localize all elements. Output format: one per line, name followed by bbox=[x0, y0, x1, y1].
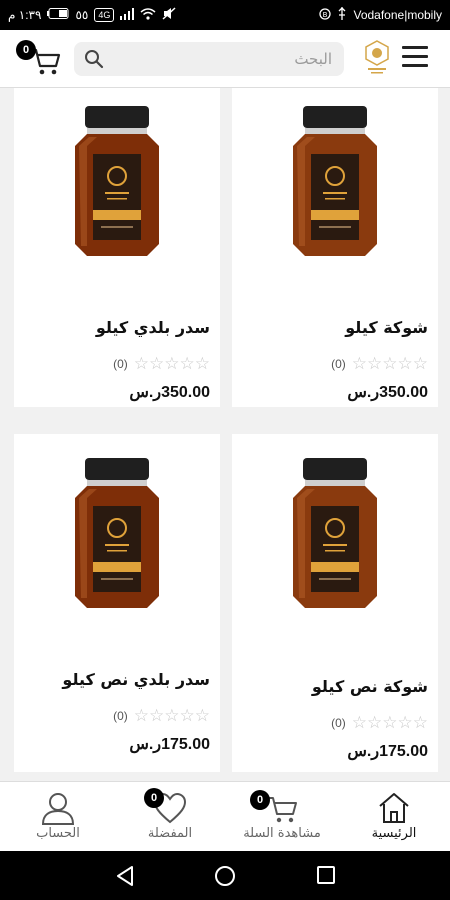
app-header: 0 bbox=[0, 30, 450, 88]
header-cart-badge: 0 bbox=[16, 40, 36, 60]
nav-home-label: الرئيسية bbox=[371, 826, 417, 841]
product-card[interactable]: شوكة نص كيلو ☆☆☆☆☆ (0) 175.00ر.س bbox=[232, 434, 438, 772]
status-bar: ١:٣٩ م ٥٥ 4G B Vodafone|mobily bbox=[0, 0, 450, 30]
store-logo[interactable] bbox=[364, 40, 390, 76]
rating-count: (0) bbox=[113, 357, 128, 371]
nav-favorites[interactable]: 0 المفضلة bbox=[114, 782, 226, 852]
home-icon bbox=[374, 790, 414, 826]
rating-count: (0) bbox=[113, 709, 128, 723]
rating-count: (0) bbox=[331, 357, 346, 371]
product-rating: ☆☆☆☆☆ (0) bbox=[331, 713, 428, 733]
wifi-icon bbox=[140, 7, 156, 23]
product-name[interactable]: سدر بلدي نص كيلو bbox=[62, 670, 210, 689]
rating-stars: ☆☆☆☆☆ bbox=[133, 354, 210, 374]
rating-count: (0) bbox=[331, 716, 346, 730]
home-circle-icon[interactable] bbox=[214, 865, 236, 891]
product-rating: ☆☆☆☆☆ (0) bbox=[331, 354, 428, 374]
product-grid: شوكة كيلو ☆☆☆☆☆ (0) 350.00ر.س سدر بلدي ك… bbox=[0, 88, 450, 781]
bottom-nav: الرئيسية 0 مشاهدة السلة 0 المفضلة الحساب bbox=[0, 781, 450, 851]
nav-account[interactable]: الحساب bbox=[2, 782, 114, 852]
svg-text:B: B bbox=[323, 11, 328, 19]
rating-stars: ☆☆☆☆☆ bbox=[133, 706, 210, 726]
product-price: 175.00ر.س bbox=[347, 743, 428, 760]
back-icon[interactable] bbox=[115, 865, 135, 891]
user-icon bbox=[38, 790, 78, 826]
product-price: 350.00ر.س bbox=[347, 384, 428, 401]
product-image[interactable] bbox=[14, 88, 220, 302]
menu-button[interactable] bbox=[402, 46, 428, 68]
product-name[interactable]: شوكة نص كيلو bbox=[312, 677, 428, 696]
system-nav-bar bbox=[0, 851, 450, 900]
nav-cart[interactable]: 0 مشاهدة السلة bbox=[226, 782, 338, 852]
product-rating: ☆☆☆☆☆ (0) bbox=[113, 354, 210, 374]
nav-cart-badge: 0 bbox=[250, 790, 270, 810]
product-image[interactable] bbox=[232, 434, 438, 654]
signal-icon bbox=[120, 7, 135, 23]
product-card[interactable]: سدر بلدي نص كيلو ☆☆☆☆☆ (0) 175.00ر.س bbox=[14, 434, 220, 772]
mute-icon bbox=[162, 7, 176, 23]
usb-icon bbox=[337, 7, 347, 23]
nav-home[interactable]: الرئيسية bbox=[338, 782, 450, 852]
rating-stars: ☆☆☆☆☆ bbox=[351, 713, 428, 733]
product-card[interactable]: شوكة كيلو ☆☆☆☆☆ (0) 350.00ر.س bbox=[232, 88, 438, 407]
battery-level: ٥٥ bbox=[75, 8, 89, 22]
rating-stars: ☆☆☆☆☆ bbox=[351, 354, 428, 374]
nav-cart-label: مشاهدة السلة bbox=[243, 826, 321, 841]
search-input[interactable] bbox=[114, 48, 332, 70]
product-image[interactable] bbox=[14, 434, 220, 654]
product-card[interactable]: سدر بلدي كيلو ☆☆☆☆☆ (0) 350.00ر.س bbox=[14, 88, 220, 407]
product-name[interactable]: شوكة كيلو bbox=[345, 318, 428, 337]
nav-favorites-badge: 0 bbox=[144, 788, 164, 808]
sync-icon: B bbox=[319, 7, 332, 23]
header-cart-button[interactable]: 0 bbox=[16, 40, 62, 78]
carrier-name: Vodafone|mobily bbox=[353, 8, 442, 22]
nav-favorites-label: المفضلة bbox=[147, 826, 193, 841]
search-icon[interactable] bbox=[84, 49, 104, 69]
product-name[interactable]: سدر بلدي كيلو bbox=[96, 318, 210, 337]
product-price: 350.00ر.س bbox=[129, 384, 210, 401]
network-badge: 4G bbox=[94, 8, 115, 22]
product-rating: ☆☆☆☆☆ (0) bbox=[113, 706, 210, 726]
battery-icon bbox=[47, 8, 69, 22]
search-bar[interactable] bbox=[74, 42, 344, 76]
product-price: 175.00ر.س bbox=[129, 736, 210, 753]
status-time: ١:٣٩ م bbox=[8, 8, 42, 22]
recents-icon[interactable] bbox=[316, 865, 336, 889]
product-image[interactable] bbox=[232, 88, 438, 302]
nav-account-label: الحساب bbox=[36, 826, 80, 841]
